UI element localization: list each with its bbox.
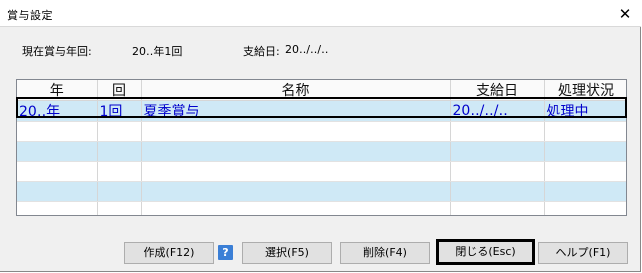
- column-header-status[interactable]: 処理状況: [544, 80, 626, 101]
- cell-status: [544, 161, 626, 182]
- current-bonus-value: 20‥年1回: [132, 45, 183, 58]
- cell-count: [97, 181, 142, 202]
- delete-button[interactable]: 削除(F4): [340, 242, 430, 264]
- cell-name: [141, 141, 451, 162]
- cell-status: [544, 181, 626, 202]
- cell-pay-date: [450, 201, 545, 215]
- select-button[interactable]: 選択(F5): [242, 242, 332, 264]
- column-header-count[interactable]: 回: [97, 80, 142, 101]
- title-bar: 賞与設定 ✕: [0, 0, 641, 27]
- table-header-row: 年 回 名称 支給日 処理状況: [17, 80, 626, 101]
- cell-name: 夏季賞与: [141, 100, 451, 122]
- cell-year: [17, 141, 98, 162]
- help-icon[interactable]: ?: [218, 245, 233, 260]
- cell-count: [97, 141, 142, 162]
- cell-pay-date: [450, 121, 545, 142]
- column-header-year[interactable]: 年: [17, 80, 98, 101]
- create-button[interactable]: 作成(F12): [124, 242, 214, 264]
- column-header-name[interactable]: 名称: [141, 80, 451, 101]
- cell-year: 20‥年: [17, 100, 98, 122]
- cell-status: [544, 141, 626, 162]
- cell-pay-date: [450, 161, 545, 182]
- help-button[interactable]: ヘルプ(F1): [538, 242, 628, 264]
- cell-count: 1回: [97, 100, 142, 122]
- cell-year: [17, 121, 98, 142]
- window-title: 賞与設定: [7, 9, 53, 22]
- cell-count: [97, 201, 142, 215]
- cell-count: [97, 161, 142, 182]
- close-icon[interactable]: ✕: [616, 5, 634, 23]
- cell-pay-date: [450, 181, 545, 202]
- cell-year: [17, 181, 98, 202]
- column-header-pay-date[interactable]: 支給日: [450, 80, 545, 101]
- table-row[interactable]: [17, 161, 626, 182]
- pay-date-label: 支給日:: [243, 45, 280, 58]
- table-row[interactable]: [17, 181, 626, 202]
- table-row[interactable]: [17, 141, 626, 162]
- close-button[interactable]: 閉じる(Esc): [436, 239, 535, 265]
- pay-date-value: 20‥/‥/‥: [285, 43, 329, 56]
- table-row[interactable]: 20‥年 1回 夏季賞与 20‥/‥/‥ 処理中: [17, 100, 626, 122]
- table-row[interactable]: [17, 121, 626, 142]
- cell-pay-date: 20‥/‥/‥: [450, 100, 545, 122]
- table-row[interactable]: [17, 201, 626, 215]
- cell-name: [141, 121, 451, 142]
- bonus-table: 年 回 名称 支給日 処理状況 20‥年 1回 夏季賞与 20‥/‥/‥ 処理中: [16, 79, 627, 216]
- current-bonus-label: 現在賞与年回:: [22, 45, 92, 58]
- cell-count: [97, 121, 142, 142]
- cell-name: [141, 181, 451, 202]
- bonus-settings-window: 賞与設定 ✕ 現在賞与年回: 20‥年1回 支給日: 20‥/‥/‥ 年 回 名…: [0, 0, 641, 272]
- cell-pay-date: [450, 141, 545, 162]
- cell-status: 処理中: [544, 100, 626, 122]
- cell-status: [544, 201, 626, 215]
- cell-status: [544, 121, 626, 142]
- cell-year: [17, 161, 98, 182]
- cell-name: [141, 161, 451, 182]
- cell-year: [17, 201, 98, 215]
- cell-name: [141, 201, 451, 215]
